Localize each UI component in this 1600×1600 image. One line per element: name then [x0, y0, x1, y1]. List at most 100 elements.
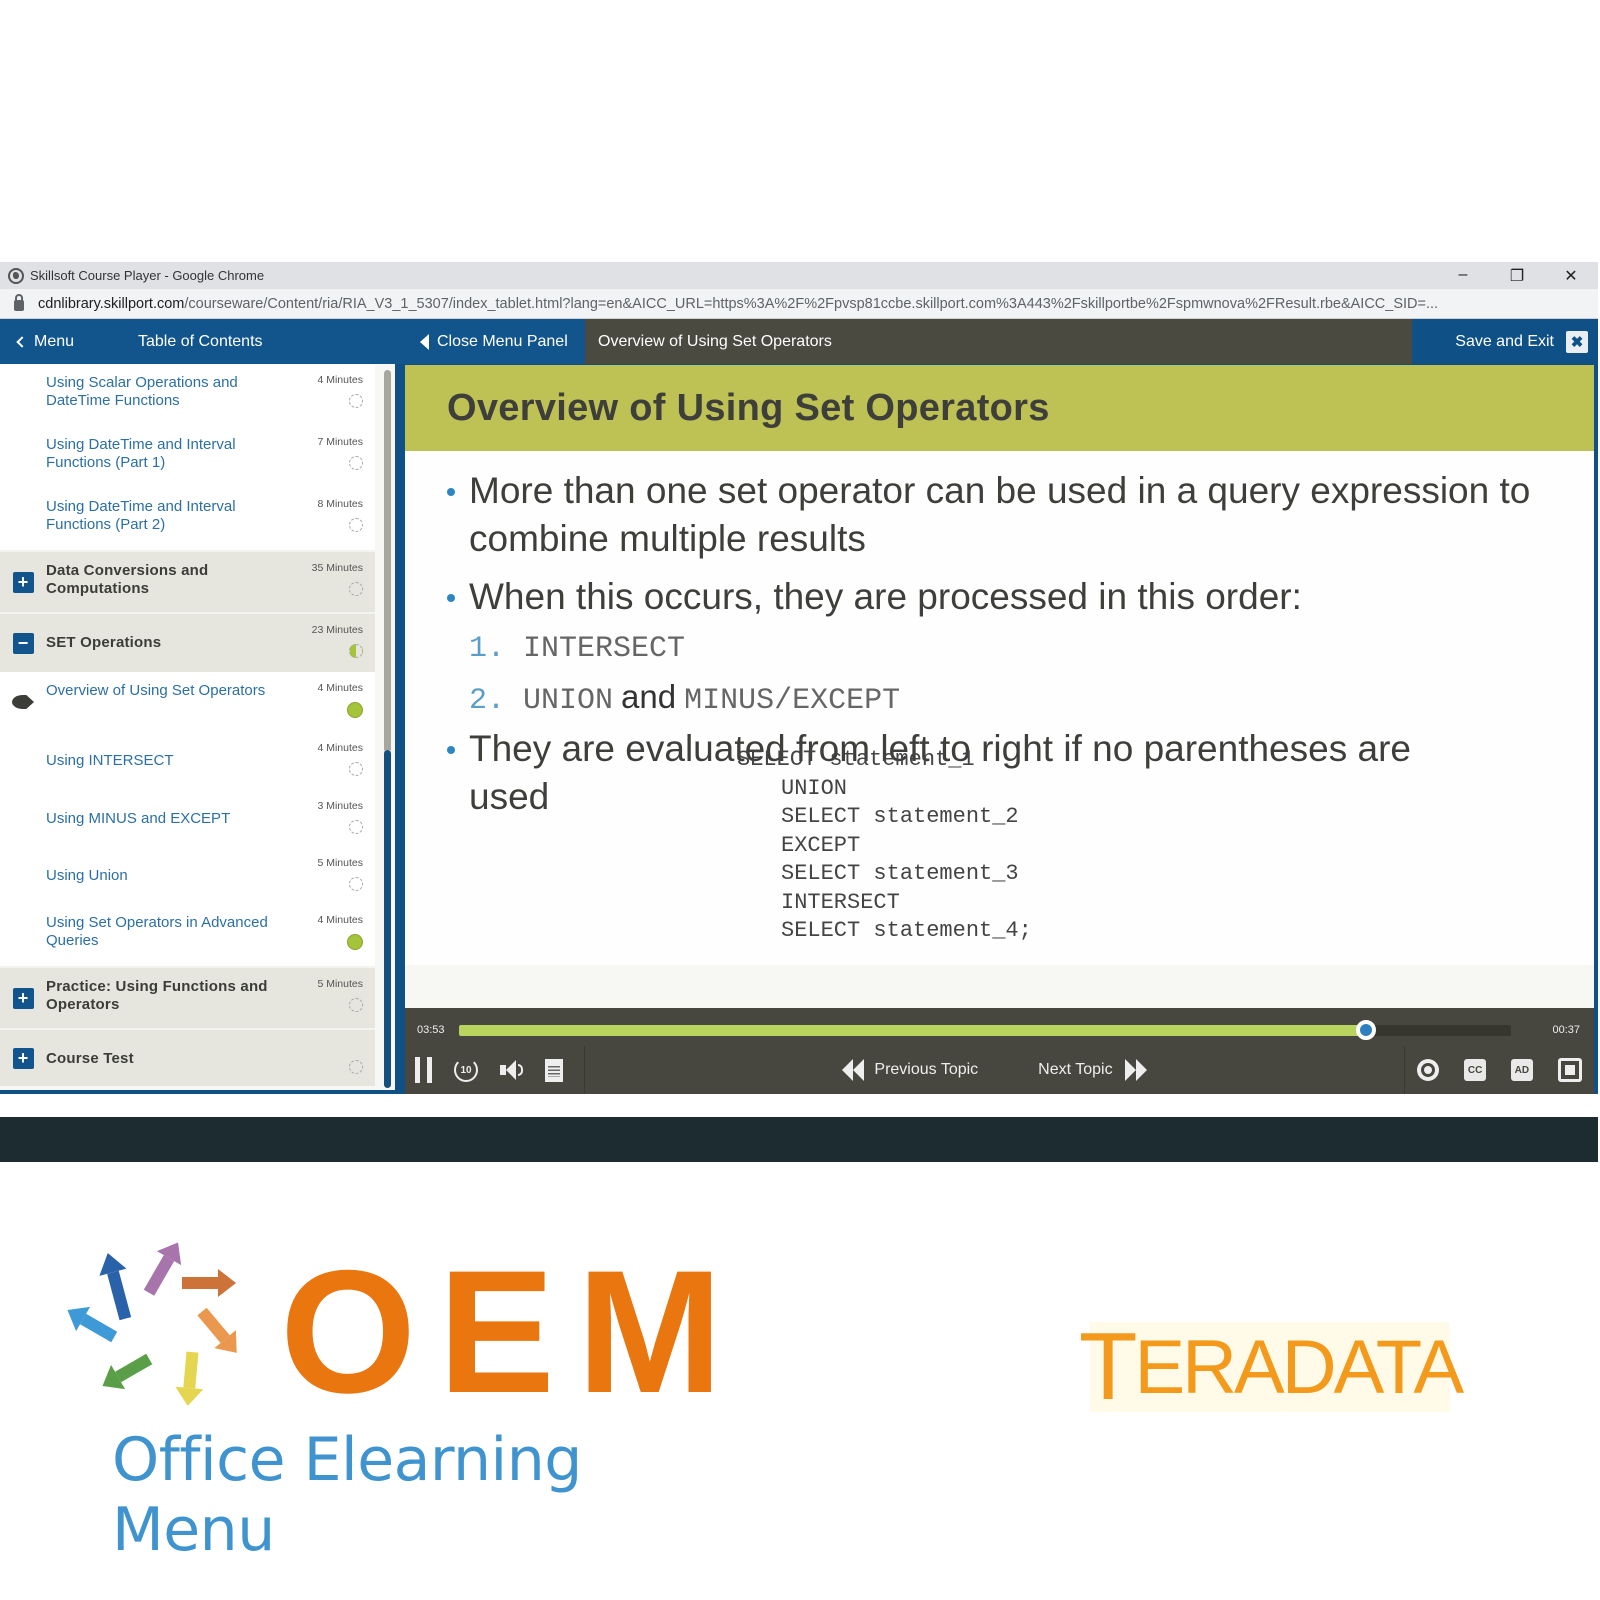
- toc-section[interactable]: + Course Test: [0, 1028, 375, 1086]
- sql-code-block: SELECT statement_1 UNION SELECT statement_…: [737, 746, 1032, 946]
- duration-label: 23 Minutes: [311, 624, 363, 636]
- elapsed-time: 03:53: [417, 1024, 445, 1036]
- toc-item[interactable]: Using Scalar Operations and DateTime Fun…: [0, 364, 375, 426]
- code-term: INTERSECT: [523, 632, 686, 666]
- toc-item[interactable]: Using INTERSECT 4 Minutes: [0, 732, 375, 790]
- progress-slider[interactable]: [459, 1019, 1511, 1040]
- menu-label: Menu: [34, 332, 75, 350]
- code-line: SELECT statement_2: [781, 804, 1019, 829]
- scrollbar-thumb[interactable]: [384, 750, 391, 1088]
- url-host: cdnlibrary.skillport.com: [38, 295, 185, 312]
- toc-item-label: Using MINUS and EXCEPT: [46, 810, 231, 827]
- window-controls: – ❐ ✕: [1436, 266, 1598, 286]
- collapse-icon[interactable]: −: [12, 632, 34, 654]
- code-line: UNION: [781, 775, 848, 801]
- toc-item[interactable]: Using MINUS and EXCEPT 3 Minutes: [0, 790, 375, 847]
- duration-label: 35 Minutes: [311, 562, 363, 574]
- lock-icon: [14, 294, 24, 311]
- toc-item-label: Using Set Operators in Advanced Queries: [46, 914, 268, 949]
- expand-icon[interactable]: +: [12, 987, 34, 1009]
- restore-button[interactable]: ❐: [1490, 266, 1544, 286]
- save-and-exit-button[interactable]: Save and Exit ✖: [1412, 319, 1598, 364]
- toc-item[interactable]: Using Union 5 Minutes: [0, 847, 375, 904]
- volume-icon[interactable]: [500, 1060, 523, 1080]
- list-number: 2.: [469, 684, 506, 718]
- toc-item-label: Using INTERSECT: [46, 752, 174, 769]
- gear-icon[interactable]: [1417, 1059, 1440, 1081]
- table-of-contents-tab[interactable]: Table of Contents: [138, 333, 420, 351]
- url-path: /courseware/Content/ria/RIA_V3_1_5307/in…: [184, 295, 1439, 312]
- player-footer-bar: [0, 1117, 1598, 1162]
- duration-label: 7 Minutes: [317, 436, 363, 448]
- bullet-dot: [447, 594, 455, 602]
- toc-list: Using Scalar Operations and DateTime Fun…: [0, 364, 375, 1086]
- code-line: SELECT statement_3: [781, 861, 1019, 886]
- next-topic-label: Next Topic: [1038, 1061, 1113, 1078]
- next-topic-button[interactable]: Next Topic: [1038, 1059, 1147, 1081]
- menu-button[interactable]: Menu: [0, 333, 138, 351]
- duration-label: 8 Minutes: [317, 498, 363, 510]
- toc-item-label: Practice: Using Functions and Operators: [46, 978, 268, 1013]
- duration-label: 4 Minutes: [317, 914, 363, 926]
- menu-panel-header: Menu Table of Contents Close Menu Panel: [0, 319, 585, 364]
- slide-header: Overview of Using Set Operators: [405, 365, 1594, 451]
- code-term: MINUS/EXCEPT: [684, 684, 901, 718]
- code-line: INTERSECT: [781, 889, 900, 915]
- status-not-started-icon: [349, 394, 363, 408]
- close-window-button[interactable]: ✕: [1544, 266, 1598, 286]
- replay-10-icon[interactable]: 10: [454, 1058, 478, 1082]
- caret-left-icon: [420, 333, 429, 350]
- previous-topic-label: Previous Topic: [874, 1061, 979, 1078]
- duration-label: 5 Minutes: [317, 978, 363, 990]
- toc-item-label: Course Test: [46, 1050, 134, 1067]
- close-menu-panel-button[interactable]: Close Menu Panel: [420, 333, 568, 351]
- status-in-progress-icon: [349, 644, 363, 658]
- progress-row: 03:53 00:37: [405, 1019, 1594, 1040]
- oem-wordmark: OEM: [280, 1235, 745, 1430]
- expand-icon[interactable]: +: [12, 571, 34, 593]
- minimize-button[interactable]: –: [1436, 266, 1490, 286]
- player-top-nav: Menu Table of Contents Close Menu Panel …: [0, 319, 1598, 364]
- toc-section[interactable]: − SET Operations 23 Minutes: [0, 612, 375, 672]
- closed-captions-button[interactable]: CC: [1464, 1059, 1487, 1081]
- pause-icon[interactable]: [415, 1057, 432, 1083]
- slide: Overview of Using Set Operators More tha…: [405, 365, 1594, 1008]
- toc-scrollbar[interactable]: [384, 370, 391, 1088]
- audio-description-button[interactable]: AD: [1510, 1059, 1533, 1081]
- joiner-text: and: [621, 678, 677, 715]
- code-line: SELECT statement_4;: [781, 918, 1032, 943]
- toc-item[interactable]: Using Set Operators in Advanced Queries 4…: [0, 904, 375, 966]
- toc-item-label: Using Union: [46, 867, 128, 884]
- ordered-list-item: 1. INTERSECT: [469, 625, 1594, 673]
- progress-knob[interactable]: [1355, 1019, 1376, 1040]
- address-bar[interactable]: cdnlibrary.skillport.com/courseware/Cont…: [0, 289, 1598, 319]
- status-not-started-icon: [349, 762, 363, 776]
- toc-item-label: SET Operations: [46, 634, 162, 651]
- expand-icon[interactable]: +: [12, 1047, 34, 1069]
- duration-label: 4 Minutes: [317, 682, 363, 694]
- previous-topic-button[interactable]: Previous Topic: [842, 1059, 978, 1081]
- current-topic-title: Overview of Using Set Operators: [585, 319, 1412, 364]
- duration-label: 4 Minutes: [317, 742, 363, 754]
- toc-item[interactable]: Using DateTime and Interval Functions (P…: [0, 426, 375, 488]
- ordered-list-item: 2. UNION and MINUS/EXCEPT: [469, 673, 1594, 725]
- double-chevron-left-icon: [842, 1059, 865, 1081]
- duration-label: 4 Minutes: [317, 374, 363, 386]
- browser-titlebar: Skillsoft Course Player - Google Chrome …: [0, 262, 1598, 289]
- duration-label: 5 Minutes: [317, 857, 363, 869]
- toc-item[interactable]: Overview of Using Set Operators 4 Minutes: [0, 672, 375, 732]
- chevron-left-icon: [16, 335, 28, 348]
- slide-body: More than one set operator can be used i…: [405, 451, 1594, 965]
- toc-section[interactable]: + Practice: Using Functions and Operators…: [0, 966, 375, 1028]
- toc-item-label: Using Scalar Operations and DateTime Fun…: [46, 374, 238, 409]
- toc-section[interactable]: + Data Conversions and Computations 35 Min…: [0, 550, 375, 612]
- toc-sidebar: Using Scalar Operations and DateTime Fun…: [0, 364, 395, 1094]
- playback-controls: 10: [405, 1046, 585, 1094]
- current-topic-pointer-icon: [12, 695, 34, 709]
- transcript-icon[interactable]: [545, 1058, 563, 1082]
- window-title: Skillsoft Course Player - Google Chrome: [30, 268, 265, 283]
- toc-item-label: Using DateTime and Interval Functions (P…: [46, 498, 236, 533]
- toc-item[interactable]: Using DateTime and Interval Functions (P…: [0, 488, 375, 550]
- fullscreen-icon[interactable]: [1557, 1058, 1582, 1082]
- bullet-point: When this occurs, they are processed in …: [447, 573, 1594, 621]
